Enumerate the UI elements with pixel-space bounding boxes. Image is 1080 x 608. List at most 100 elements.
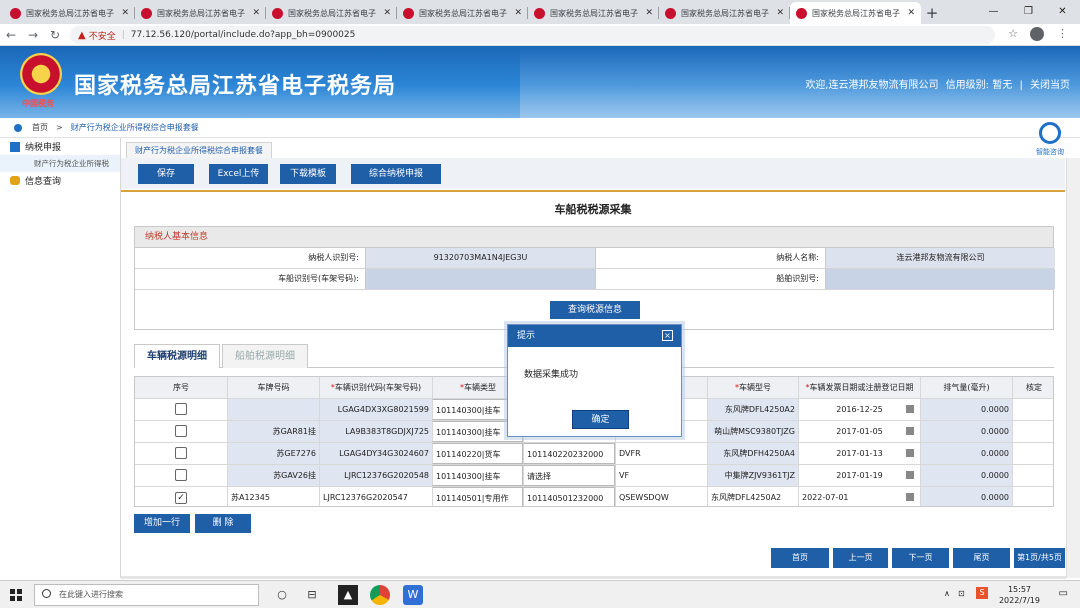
plate-cell[interactable]: 苏GAR81挂 [227, 421, 319, 442]
browser-tab[interactable]: 国家税务总局江苏省电子 ✕ [266, 2, 397, 24]
sidebar-item-property-tax[interactable]: 财产行为税企业所得税 [0, 155, 120, 172]
confirm-button[interactable]: 确定 [572, 410, 629, 429]
vertical-scrollbar[interactable] [1066, 158, 1080, 578]
model-cell[interactable]: 东风牌DFH4250A4 [707, 443, 798, 464]
task-view-icon[interactable]: ⊟ [302, 585, 322, 605]
row-checkbox[interactable] [175, 425, 187, 437]
browser-tab[interactable]: 国家税务总局江苏省电子 ✕ [4, 2, 135, 24]
cortana-icon[interactable]: ○ [272, 585, 292, 605]
engine-cell[interactable]: DVFR [615, 443, 707, 464]
model-cell[interactable]: 中集牌ZJV9361TJZ [707, 465, 798, 486]
vin-cell[interactable]: LJRC12376G2020547 [319, 487, 432, 506]
tab-vehicle-detail[interactable]: 车辆税源明细 [134, 344, 220, 368]
browser-tab[interactable]: 国家税务总局江苏省电子 ✕ [528, 2, 659, 24]
notification-icon[interactable]: ▭ [1059, 588, 1068, 599]
date-cell[interactable]: 2022-07-01 [798, 487, 920, 506]
date-cell[interactable]: 2016-12-25 [798, 399, 920, 420]
window-close-icon[interactable]: ✕ [1045, 0, 1080, 24]
row-checkbox[interactable]: ✓ [175, 492, 187, 504]
new-tab-button[interactable]: + [921, 2, 943, 24]
row-checkbox[interactable] [175, 403, 187, 415]
maximize-icon[interactable]: ❐ [1011, 0, 1046, 24]
close-icon[interactable]: ✕ [514, 8, 522, 18]
account-icon[interactable] [1030, 27, 1044, 41]
close-icon[interactable]: ✕ [252, 8, 260, 18]
wps-app-icon[interactable]: W [403, 585, 423, 605]
calendar-icon[interactable] [906, 405, 914, 413]
query-tax-source-button[interactable]: 查询税源信息 [550, 301, 640, 319]
displacement-cell[interactable]: 0.0000 [920, 443, 1012, 464]
prev-page-button[interactable]: 上一页 [833, 548, 888, 568]
tax-code-select[interactable]: 101140501232000 [523, 487, 615, 506]
row-checkbox[interactable] [175, 447, 187, 459]
windows-start-icon[interactable] [10, 589, 22, 601]
minimize-icon[interactable]: — [976, 0, 1011, 24]
ime-icon[interactable]: S [976, 587, 988, 599]
displacement-cell[interactable]: 0.0000 [920, 399, 1012, 420]
browser-tab[interactable]: 国家税务总局江苏省电子 ✕ [659, 2, 790, 24]
close-icon[interactable]: ✕ [383, 8, 391, 18]
engine-cell[interactable]: QSEWSDQW [615, 487, 707, 506]
photos-app-icon[interactable]: ▲ [338, 585, 358, 605]
browser-tab-active[interactable]: 国家税务总局江苏省电子 ✕ [790, 2, 921, 24]
dialog-close-icon[interactable]: × [662, 330, 673, 341]
tab-ship-detail[interactable]: 船舶税源明细 [222, 344, 308, 368]
save-button[interactable]: 保存 [138, 164, 194, 184]
sidebar-item-tax-filing[interactable]: 纳税申报 [0, 138, 120, 155]
calendar-icon[interactable] [906, 427, 914, 435]
next-page-button[interactable]: 下一页 [892, 548, 949, 568]
excel-upload-button[interactable]: Excel上传 [209, 164, 268, 184]
vin-cell[interactable]: LJRC12376G2020548 [319, 465, 432, 486]
vehicle-type-select[interactable]: 101140300|挂车 [432, 465, 523, 486]
download-template-button[interactable]: 下载模板 [280, 164, 336, 184]
add-row-button[interactable]: 增加一行 [134, 514, 190, 533]
close-icon[interactable]: ✕ [645, 8, 653, 18]
close-icon[interactable]: ✕ [776, 8, 784, 18]
date-cell[interactable]: 2017-01-13 [798, 443, 920, 464]
model-cell[interactable]: 萌山牌MSC9380TJZG [707, 421, 798, 442]
first-page-button[interactable]: 首页 [771, 548, 829, 568]
smart-assistant-button[interactable]: 智能咨询 [1032, 122, 1068, 162]
vehicle-type-select[interactable]: 101140220|货车 [432, 443, 523, 464]
horizontal-scrollbar[interactable] [121, 576, 1066, 579]
menu-icon[interactable]: ⋮ [1057, 27, 1068, 40]
vehicle-type-select[interactable]: 101140501|专用作 [432, 487, 523, 506]
date-cell[interactable]: 2017-01-05 [798, 421, 920, 442]
calendar-icon[interactable] [906, 471, 914, 479]
clock[interactable]: 15:57 2022/7/19 [999, 584, 1040, 606]
vin-cell[interactable]: LGAG4DY34G3024607 [319, 443, 432, 464]
breadcrumb-home[interactable]: 首页 [32, 122, 48, 133]
model-cell[interactable]: 东风牌DFL4250A2 [707, 399, 798, 420]
reload-icon[interactable]: ↻ [44, 28, 66, 42]
date-cell[interactable]: 2017-01-19 [798, 465, 920, 486]
sidebar-item-info-query[interactable]: 信息查询 [0, 172, 120, 189]
plate-cell[interactable]: 苏GE7276 [227, 443, 319, 464]
forward-icon[interactable]: → [22, 28, 44, 42]
calendar-icon[interactable] [906, 493, 914, 501]
close-page-link[interactable]: 关闭当页 [1030, 80, 1070, 91]
url-field[interactable]: ▲ 不安全 | 77.12.56.120/portal/include.do?a… [70, 26, 995, 44]
network-icon[interactable]: ⊡ [958, 589, 965, 598]
calendar-icon[interactable] [906, 449, 914, 457]
browser-tab[interactable]: 国家税务总局江苏省电子 ✕ [397, 2, 528, 24]
comprehensive-declare-button[interactable]: 综合纳税申报 [351, 164, 441, 184]
back-icon[interactable]: ← [0, 28, 22, 42]
close-icon[interactable]: ✕ [907, 8, 915, 18]
last-page-button[interactable]: 尾页 [953, 548, 1010, 568]
tax-code-select[interactable]: 请选择 [523, 465, 615, 486]
plate-cell[interactable]: 苏A12345 [227, 487, 319, 506]
displacement-cell[interactable]: 0.0000 [920, 465, 1012, 486]
vin-cell[interactable]: LA9B383T8GDJXJ725 [319, 421, 432, 442]
plate-cell[interactable]: 苏GAV26挂 [227, 465, 319, 486]
displacement-cell[interactable]: 0.0000 [920, 487, 1012, 506]
plate-cell[interactable] [227, 399, 319, 420]
close-icon[interactable]: ✕ [121, 8, 129, 18]
taskbar-search[interactable]: 在此键入进行搜索 [34, 584, 259, 606]
row-checkbox[interactable] [175, 469, 187, 481]
vin-input[interactable] [365, 269, 595, 289]
chrome-app-icon[interactable] [370, 585, 390, 605]
tab-current-page[interactable]: 财产行为税企业所得税综合申报套餐 [126, 142, 272, 158]
engine-cell[interactable]: VF [615, 465, 707, 486]
bookmark-star-icon[interactable]: ☆ [1008, 27, 1018, 40]
browser-tab[interactable]: 国家税务总局江苏省电子 ✕ [135, 2, 266, 24]
